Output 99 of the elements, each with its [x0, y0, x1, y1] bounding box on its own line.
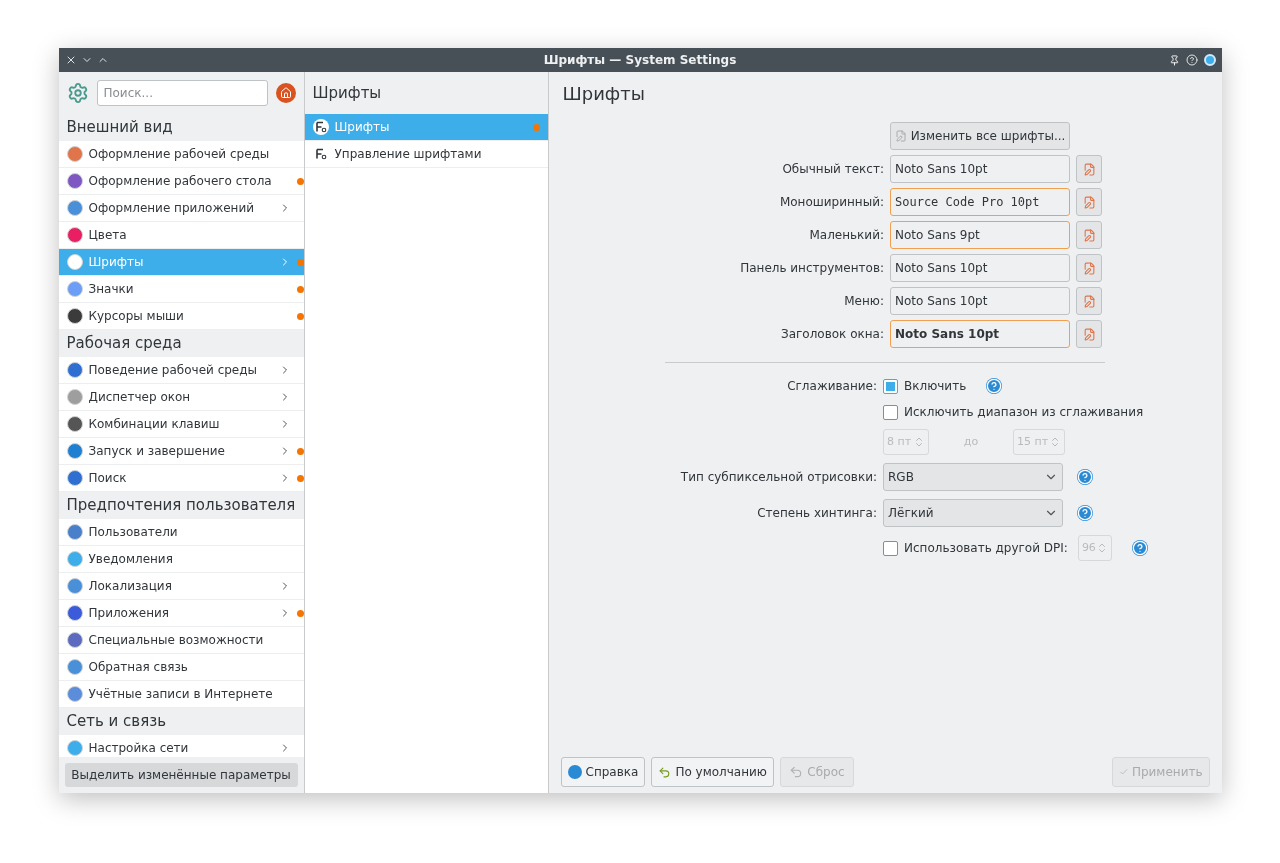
highlight-changes-button[interactable]: Выделить изменённые параметры [64, 763, 298, 787]
choose-font-button[interactable] [1076, 188, 1102, 216]
item-label: Управление шрифтами [334, 146, 483, 163]
edit-icon [1082, 261, 1096, 275]
help-button[interactable]: Справка [560, 757, 646, 787]
module-icon [66, 686, 83, 702]
module-icon [66, 578, 83, 594]
module-icon [66, 470, 83, 486]
item-label: Учётные записи в Интернете [88, 686, 273, 703]
search-field[interactable]: Поиск... [96, 80, 268, 106]
page-title: Шрифты [561, 81, 646, 106]
field-label: Маленький: [808, 227, 884, 244]
window-title: Шрифты — System Settings [542, 52, 738, 69]
module-icon [66, 740, 83, 756]
item-label: Комбинации клавиш [88, 416, 221, 433]
module-icon [66, 524, 83, 540]
choose-font-button[interactable] [1076, 221, 1102, 249]
font-field[interactable]: Noto Sans 9pt [890, 221, 1070, 249]
app-menu-icon[interactable] [1203, 54, 1216, 66]
home-icon[interactable] [275, 83, 296, 103]
module-icon [66, 416, 83, 432]
edit-icon [1082, 195, 1096, 209]
item-label: Пользователи [88, 524, 179, 541]
module-icon [66, 632, 83, 648]
spin-arrows-icon [1049, 436, 1061, 448]
dropdown[interactable]: Лёгкий [883, 499, 1063, 527]
item-label: Значки [88, 281, 135, 298]
module-icon [66, 443, 83, 459]
edit-icon [1082, 327, 1096, 341]
section-header: Предпочтения пользователя [58, 492, 304, 519]
field-label: Моноширинный: [778, 194, 884, 211]
choose-font-button[interactable] [1076, 320, 1102, 348]
section-header: Сеть и связь [58, 708, 304, 735]
item-label: Специальные возможности [88, 632, 265, 649]
module-icon [66, 173, 83, 189]
item-label: Запуск и завершение [88, 443, 226, 460]
choose-font-button[interactable] [1076, 287, 1102, 315]
item-label: Оформление приложений [88, 200, 256, 217]
subpanel-title: Шрифты [304, 72, 548, 114]
settings-icon[interactable] [66, 82, 89, 104]
item-label: Поведение рабочей среды [88, 362, 258, 379]
item-label: Поиск [88, 470, 128, 487]
module-icon [66, 551, 83, 567]
checkbox-label: Использовать другой DPI: [904, 540, 1068, 557]
module-icon [66, 659, 83, 675]
item-label: Оформление рабочей среды [88, 146, 271, 163]
module-icon [66, 254, 83, 270]
module-icon [66, 200, 83, 216]
item-label: Цвета [88, 227, 128, 244]
choose-font-button[interactable] [1076, 155, 1102, 183]
font-field[interactable]: Source Code Pro 10pt [890, 188, 1070, 216]
section-header: Внешний вид [58, 114, 304, 141]
edit-icon [1082, 228, 1096, 242]
checkbox-label: Исключить диапазон из сглаживания [904, 404, 1144, 421]
change-all-fonts-button[interactable]: Изменить все шрифты... [890, 122, 1070, 150]
checkbox[interactable] [883, 378, 898, 394]
module-icon [66, 605, 83, 621]
defaults-button[interactable]: По умолчанию [651, 757, 774, 787]
item-label: Уведомления [88, 551, 174, 568]
section-header: Рабочая среда [58, 330, 304, 357]
module-icon [66, 146, 83, 162]
edit-icon [1082, 162, 1096, 176]
item-label: Оформление рабочего стола [88, 173, 273, 190]
field-label: Тип субпиксельной отрисовки: [679, 469, 877, 486]
field-label: Заголовок окна: [780, 326, 884, 343]
item-label: Шрифты [88, 254, 145, 271]
item-label: Курсоры мыши [88, 308, 185, 325]
module-icon [66, 281, 83, 297]
font-field[interactable]: Noto Sans 10pt [890, 287, 1070, 315]
field-label: Сглаживание: [786, 378, 877, 395]
checkbox[interactable] [883, 404, 898, 420]
module-icon [66, 227, 83, 243]
item-label: Приложения [88, 605, 170, 622]
module-icon [66, 308, 83, 324]
undo-icon [789, 765, 804, 779]
spin-arrows-icon [913, 436, 925, 448]
font-field[interactable]: Noto Sans 10pt [890, 254, 1070, 282]
module-icon [66, 362, 83, 378]
edit-icon [1082, 294, 1096, 308]
pin-icon[interactable] [1168, 54, 1180, 66]
font-edit-icon [894, 130, 907, 142]
module-icon [66, 389, 83, 405]
item-label: Шрифты [334, 119, 391, 136]
field-label: Меню: [843, 293, 884, 310]
undo-icon [658, 765, 672, 779]
choose-font-button[interactable] [1076, 254, 1102, 282]
font-field[interactable]: Noto Sans 10pt [890, 320, 1070, 348]
field-label: Степень хинтинга: [756, 505, 877, 522]
font-icon [312, 119, 329, 135]
field-label: Обычный текст: [781, 161, 884, 178]
font-field[interactable]: Noto Sans 10pt [890, 155, 1070, 183]
item-label: Обратная связь [88, 659, 189, 676]
field-label: Панель инструментов: [739, 260, 884, 277]
item-label: Диспетчер окон [88, 389, 192, 406]
dropdown[interactable]: RGB [883, 463, 1063, 491]
checkbox-label: Включить [904, 378, 967, 395]
item-label: Локализация [88, 578, 173, 595]
item-label: Настройка сети [88, 740, 190, 757]
subpanel-item[interactable]: Управление шрифтами [304, 141, 548, 168]
